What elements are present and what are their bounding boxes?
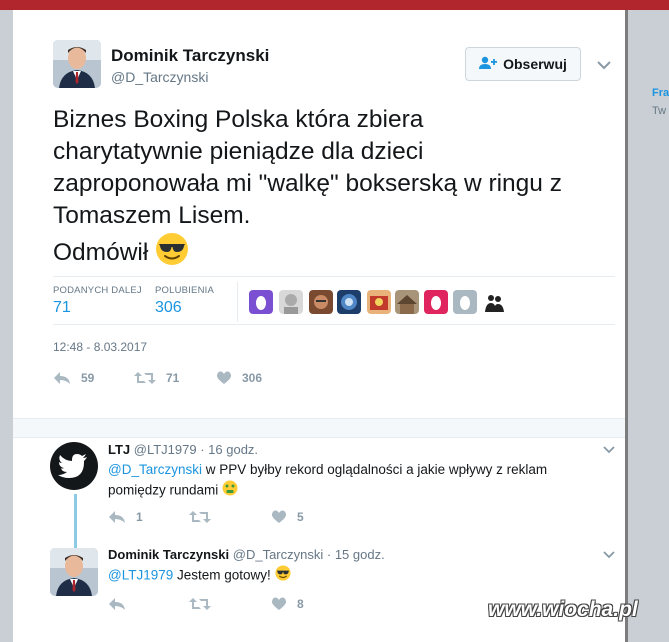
liker-avatar[interactable] bbox=[309, 290, 333, 314]
retweet-action[interactable] bbox=[189, 597, 221, 611]
retweet-action[interactable]: 71 bbox=[134, 371, 179, 385]
background-strip bbox=[0, 0, 669, 10]
liker-avatar[interactable] bbox=[395, 290, 419, 314]
retweet-action[interactable] bbox=[189, 510, 221, 524]
tweet-text-line-last: Odmówił bbox=[53, 232, 613, 275]
reply-icon bbox=[109, 511, 125, 523]
stats-divider bbox=[53, 276, 615, 277]
tweet-text-line: Odmówił bbox=[53, 238, 149, 266]
liker-avatar[interactable] bbox=[337, 290, 361, 314]
money-mouth-emoji-icon bbox=[222, 480, 238, 502]
like-action[interactable]: 306 bbox=[216, 371, 262, 385]
background-peek-text: Fra bbox=[652, 87, 669, 99]
chevron-down-icon[interactable] bbox=[603, 551, 615, 559]
reply-action[interactable]: 59 bbox=[53, 371, 94, 385]
reply-icon bbox=[109, 598, 125, 610]
chevron-down-icon[interactable] bbox=[603, 446, 615, 454]
reply-count: 1 bbox=[136, 510, 143, 524]
reply-author-handle[interactable]: @LTJ1979 bbox=[134, 442, 197, 457]
reply-text-line: pomiędzy rundami bbox=[108, 482, 219, 498]
reply-avatar[interactable] bbox=[50, 548, 98, 596]
retweets-label: PODANYCH DALEJ bbox=[53, 285, 142, 296]
chevron-down-icon[interactable] bbox=[597, 60, 611, 70]
reply-mention[interactable]: @LTJ1979 bbox=[108, 568, 173, 583]
liker-avatar[interactable] bbox=[367, 290, 391, 314]
sunglasses-emoji-icon bbox=[275, 565, 291, 587]
retweet-icon bbox=[189, 511, 211, 523]
author-handle[interactable]: @D_Tarczynski bbox=[111, 69, 208, 85]
likes-count[interactable]: 306 bbox=[155, 299, 182, 317]
liker-avatar[interactable] bbox=[424, 290, 448, 314]
like-count: 306 bbox=[242, 371, 263, 385]
reply-action[interactable]: 1 bbox=[108, 510, 143, 524]
reply-count: 59 bbox=[81, 371, 95, 385]
stats-divider-bottom bbox=[53, 324, 615, 325]
tweet-text-line: charytatywnie pieniądze dla dzieci bbox=[53, 138, 424, 165]
reply-text-line: Jestem gotowy! bbox=[173, 567, 271, 583]
like-count: 5 bbox=[297, 510, 304, 524]
author-name[interactable]: Dominik Tarczynski bbox=[111, 46, 269, 66]
reply-time[interactable]: · 15 godz. bbox=[327, 547, 385, 562]
heart-icon bbox=[216, 371, 232, 384]
background-left bbox=[0, 10, 13, 642]
tweet-timestamp[interactable]: 12:48 - 8.03.2017 bbox=[53, 340, 147, 354]
reply-text: @D_Tarczynski w PPV byłby rekord oglądal… bbox=[108, 460, 608, 502]
reply-author-name[interactable]: LTJ bbox=[108, 442, 130, 457]
liker-avatar[interactable] bbox=[453, 290, 477, 314]
replies-separator bbox=[13, 418, 625, 438]
tweet-text-line: zaproponowała mi "walkę" bokserską w rin… bbox=[53, 170, 562, 197]
heart-icon bbox=[271, 597, 287, 610]
twitter-bird-icon bbox=[58, 454, 87, 478]
reply-header: Dominik Tarczynski @D_Tarczynski · 15 go… bbox=[108, 547, 385, 562]
reply-action[interactable] bbox=[108, 597, 136, 611]
author-avatar[interactable] bbox=[53, 40, 101, 88]
like-action[interactable]: 8 bbox=[271, 597, 304, 611]
stats-vertical-divider bbox=[237, 282, 238, 322]
tweet-text: Biznes Boxing Polska która zbiera charyt… bbox=[53, 104, 613, 275]
like-action[interactable]: 5 bbox=[271, 510, 304, 524]
retweet-icon bbox=[134, 372, 156, 384]
reply-time[interactable]: · 16 godz. bbox=[200, 442, 258, 457]
retweets-count[interactable]: 71 bbox=[53, 299, 71, 317]
reply-icon bbox=[54, 372, 70, 384]
reply-text: @LTJ1979 Jestem gotowy! bbox=[108, 565, 608, 587]
retweet-count: 71 bbox=[166, 371, 180, 385]
background-peek-text-2: Tw bbox=[652, 105, 667, 117]
reply-author-name[interactable]: Dominik Tarczynski bbox=[108, 547, 229, 562]
follow-button[interactable]: Obserwuj bbox=[465, 47, 581, 81]
tweet-modal: Dominik Tarczynski @D_Tarczynski Obserwu… bbox=[13, 10, 625, 642]
tweet-text-line: Biznes Boxing Polska która zbiera bbox=[53, 106, 424, 133]
sunglasses-emoji-icon bbox=[155, 232, 189, 275]
retweet-icon bbox=[189, 598, 211, 610]
reply-avatar[interactable] bbox=[50, 442, 98, 490]
reply-mention[interactable]: @D_Tarczynski bbox=[108, 462, 202, 477]
follow-label: Obserwuj bbox=[503, 56, 567, 72]
heart-icon bbox=[271, 510, 287, 523]
liker-avatar[interactable] bbox=[249, 290, 273, 314]
watermark: www.wiocha.pl bbox=[488, 598, 638, 621]
like-count: 8 bbox=[297, 597, 304, 611]
tweet-text-line: Tomaszem Lisem. bbox=[53, 202, 251, 229]
reply-author-handle[interactable]: @D_Tarczynski bbox=[233, 547, 324, 562]
main-tweet: Dominik Tarczynski @D_Tarczynski Obserwu… bbox=[13, 10, 625, 418]
liker-avatar[interactable] bbox=[279, 290, 303, 314]
reply-header: LTJ @LTJ1979 · 16 godz. bbox=[108, 442, 258, 457]
liker-avatar[interactable] bbox=[482, 290, 506, 314]
likes-label: POLUBIENIA bbox=[155, 285, 215, 296]
reply-text-line: w PPV byłby rekord oglądalności a jakie … bbox=[201, 462, 548, 477]
background-right: Fra Tw bbox=[628, 10, 669, 642]
follow-user-icon bbox=[479, 56, 498, 73]
thread-connector bbox=[74, 494, 77, 550]
